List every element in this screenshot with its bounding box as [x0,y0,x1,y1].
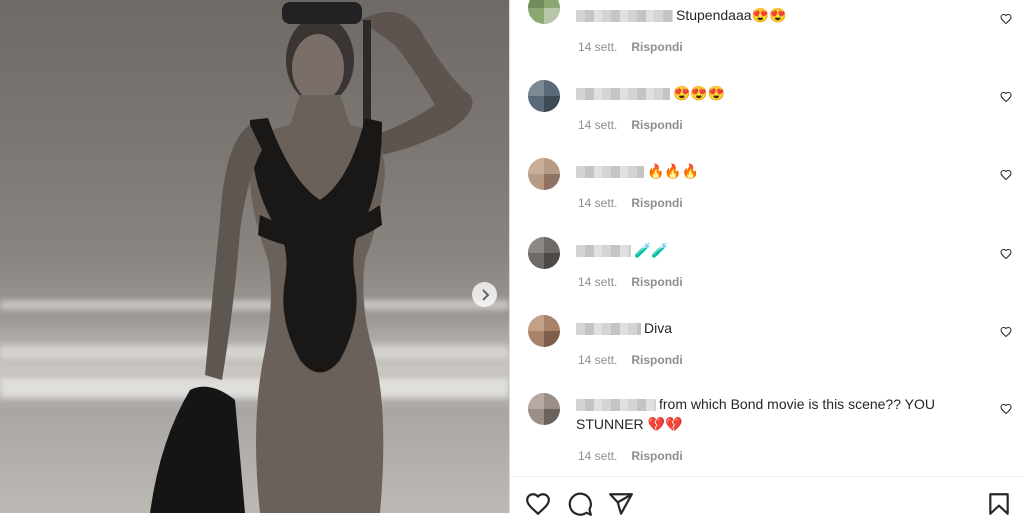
heart-icon[interactable] [1000,248,1012,260]
avatar[interactable] [528,158,560,190]
reply-button[interactable]: Rispondi [631,353,682,367]
username-blurred[interactable] [576,166,644,179]
heart-icon[interactable] [1000,326,1012,338]
heart-icon[interactable] [1000,403,1012,415]
heart-icon[interactable] [525,491,551,517]
comment-time[interactable]: 14 sett. [578,275,617,289]
username-blurred[interactable] [576,323,641,336]
send-icon[interactable] [608,491,634,517]
comment-time[interactable]: 14 sett. [578,196,617,210]
comment-icon[interactable] [567,491,593,517]
reply-button[interactable]: Rispondi [631,275,682,289]
reply-button[interactable]: Rispondi [631,40,682,54]
bookmark-icon[interactable] [986,491,1012,517]
heart-icon[interactable] [1000,169,1012,181]
post-actions [510,477,1024,516]
comment-emoji: 🔥🔥🔥 [647,163,700,179]
comment-emoji: 🧪🧪 [634,242,669,258]
avatar[interactable] [528,315,560,347]
comment-time[interactable]: 14 sett. [578,118,617,132]
comment-time[interactable]: 14 sett. [578,353,617,367]
comment-time[interactable]: 14 sett. [578,449,617,463]
username-blurred[interactable] [576,245,631,258]
comment-emoji: 😍😍 [751,7,787,23]
reply-button[interactable]: Rispondi [631,449,682,463]
reply-button[interactable]: Rispondi [631,196,682,210]
heart-icon[interactable] [1000,91,1012,103]
avatar[interactable] [528,0,560,24]
username-blurred[interactable] [576,10,673,23]
comment-time[interactable]: 14 sett. [578,40,617,54]
avatar[interactable] [528,80,560,112]
next-photo-button[interactable] [472,282,497,307]
comment-emoji: 😍😍😍 [673,85,726,101]
username-blurred[interactable] [576,399,656,412]
chevron-right-icon [481,288,489,301]
comment-text: Diva [644,320,673,336]
comment-emoji: 💔💔 [647,416,683,432]
post-photo [0,0,509,513]
reply-button[interactable]: Rispondi [631,118,682,132]
heart-icon[interactable] [1000,13,1012,25]
comment-text: Stupendaaa [676,7,752,23]
avatar[interactable] [528,237,560,269]
comments-list: Stupendaaa😍😍 14 sett. Rispondi 😍😍😍 14 set… [510,0,1024,476]
person-silhouette [150,2,473,513]
avatar[interactable] [528,393,560,425]
username-blurred[interactable] [576,88,670,101]
